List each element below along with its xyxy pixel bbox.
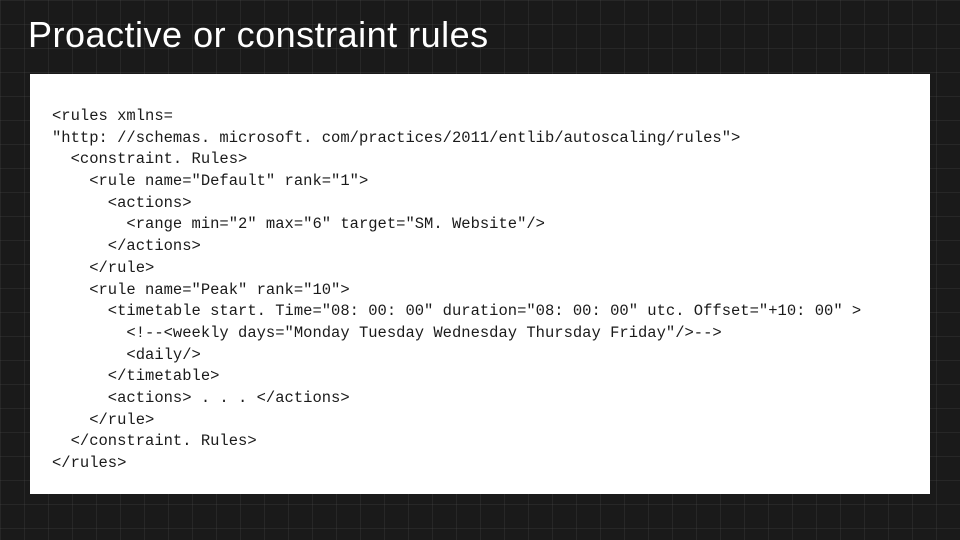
code-box: <rules xmlns= "http: //schemas. microsof…	[30, 74, 930, 494]
slide: Proactive or constraint rules <rules xml…	[0, 0, 960, 540]
slide-title: Proactive or constraint rules	[0, 0, 960, 56]
code-block: <rules xmlns= "http: //schemas. microsof…	[52, 106, 908, 475]
